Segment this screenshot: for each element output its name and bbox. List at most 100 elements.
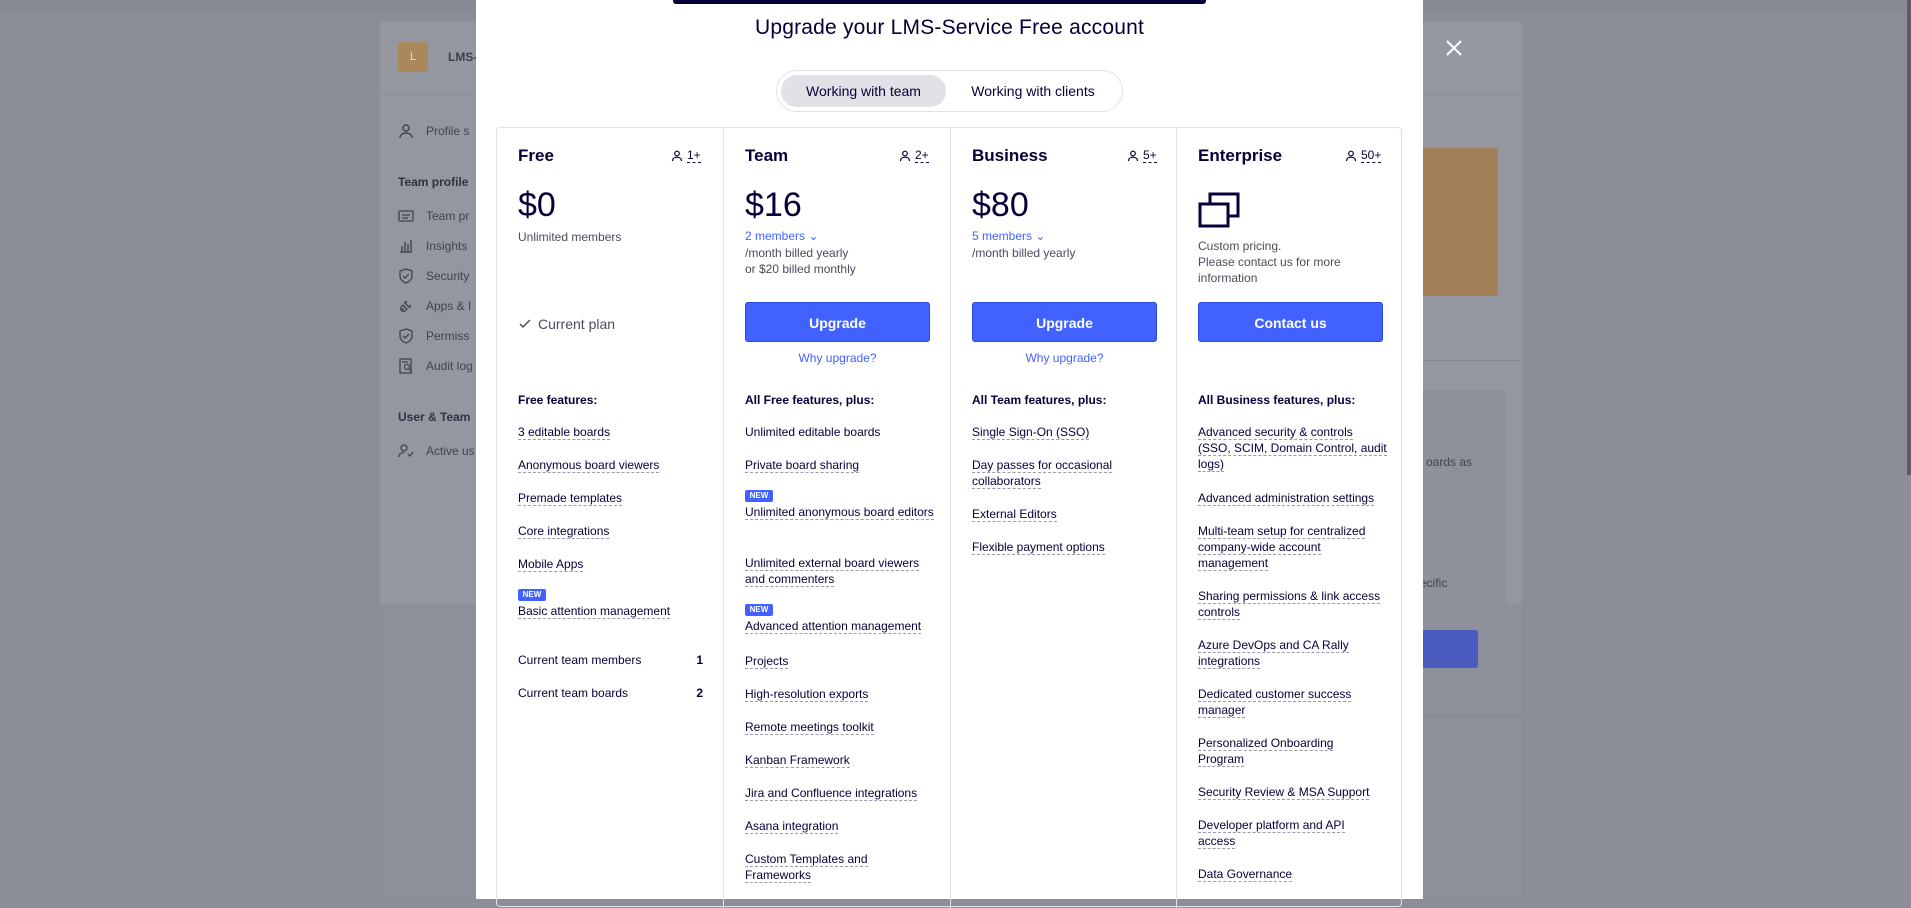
close-icon[interactable] — [1442, 36, 1466, 60]
members-dropdown[interactable]: 5 members ⌄ — [972, 229, 1045, 243]
audience-toggle: Working with team Working with clients — [776, 70, 1123, 112]
info-card-text: oards as — [1426, 455, 1473, 469]
sidebar-item-label: Permiss — [426, 329, 470, 343]
feature-item[interactable]: Jira and Confluence integrations — [745, 785, 935, 801]
feature-item[interactable]: Unlimited external board viewers and com… — [745, 555, 935, 587]
team-cover-image — [1412, 148, 1498, 296]
feature-item[interactable]: Multi-team setup for centralized company… — [1198, 523, 1378, 571]
user-icon — [671, 150, 683, 161]
plan-name: Free — [518, 146, 554, 165]
id-card-icon — [398, 210, 414, 222]
feature-item[interactable]: Security Review & MSA Support — [1198, 784, 1388, 800]
seat-count: 5+ — [1127, 148, 1157, 163]
feature-item[interactable]: Single Sign-On (SSO) — [972, 424, 1162, 440]
feature-item[interactable]: Azure DevOps and CA Rally integrations — [1198, 637, 1358, 669]
seat-label: 50+ — [1361, 148, 1382, 163]
current-plan-indicator: Current plan — [518, 316, 615, 332]
feature-item[interactable]: Advanced administration settings — [1198, 490, 1388, 506]
sidebar-item-label: Insights — [426, 239, 468, 253]
sidebar-item-active-users[interactable]: Active us — [398, 443, 475, 459]
feature-item[interactable]: Personalized Onboarding Program — [1198, 735, 1358, 767]
seat-label: 1+ — [687, 148, 701, 163]
feature-item[interactable]: Core integrations — [518, 523, 708, 539]
user-check-icon — [398, 444, 414, 458]
feature-item[interactable]: Data Governance — [1198, 866, 1388, 882]
feature-item[interactable]: Projects — [745, 653, 935, 669]
feature-item[interactable]: Dedicated customer success manager — [1198, 686, 1368, 718]
current-plan-label: Current plan — [538, 316, 616, 332]
feature-item[interactable]: Custom Templates and Frameworks — [745, 851, 935, 883]
feature-item[interactable]: Premade templates — [518, 490, 708, 506]
feature-item[interactable]: Developer platform and API access — [1198, 817, 1368, 849]
sidebar-item-permissions[interactable]: Permiss — [398, 328, 469, 344]
feature-item: Unlimited editable boards — [745, 425, 881, 439]
seat-label: 2+ — [915, 148, 929, 163]
sidebar-item-profile[interactable]: Profile s — [398, 123, 469, 139]
why-upgrade-link[interactable]: Why upgrade? — [972, 351, 1157, 365]
seat-count: 2+ — [899, 148, 929, 163]
feature-item[interactable]: Kanban Framework — [745, 752, 935, 768]
sidebar-item-apps[interactable]: Apps & I — [398, 298, 471, 314]
feature-item[interactable]: NEW Unlimited anonymous board editors — [745, 490, 935, 520]
contact-us-button[interactable]: Contact us — [1198, 302, 1383, 342]
features-heading: Free features: — [518, 393, 598, 407]
members-dropdown[interactable]: 2 members ⌄ — [745, 229, 818, 243]
stat-team-members: Current team members 1 — [518, 653, 703, 667]
stat-team-boards: Current team boards 2 — [518, 686, 703, 700]
plug-icon — [400, 300, 412, 312]
seat-label: 5+ — [1143, 148, 1157, 163]
upgrade-team-button[interactable]: Upgrade — [745, 302, 930, 342]
upgrade-modal: Upgrade your LMS-Service Free account Wo… — [476, 0, 1423, 908]
sidebar-item-security[interactable]: Security — [398, 268, 469, 284]
sidebar-item-team-profile[interactable]: Team pr — [398, 208, 469, 224]
user-icon — [1345, 150, 1357, 161]
shield-check-icon — [399, 328, 413, 344]
feature-item[interactable]: NEW Basic attention management — [518, 589, 708, 619]
feature-item[interactable]: Asana integration — [745, 818, 935, 834]
chevron-down-icon: ⌄ — [808, 229, 819, 243]
sidebar-item-label: Security — [426, 269, 470, 283]
plan-subtitle: Unlimited members — [518, 230, 622, 244]
toggle-working-with-team[interactable]: Working with team — [781, 75, 946, 107]
feature-item[interactable]: NEW Advanced attention management — [745, 604, 935, 634]
feature-item[interactable]: Remote meetings toolkit — [745, 719, 935, 735]
workspace-avatar[interactable]: L — [398, 42, 428, 72]
feature-item[interactable]: Advanced security & controls (SSO, SCIM,… — [1198, 424, 1388, 472]
sidebar-item-label: Active us — [426, 444, 475, 458]
sidebar-item-audit[interactable]: Audit log — [398, 358, 473, 374]
seat-count: 1+ — [671, 148, 701, 163]
sidebar-section-team: Team profile — [398, 175, 469, 189]
user-icon — [399, 124, 413, 139]
new-badge: NEW — [745, 604, 773, 616]
feature-item[interactable]: Private board sharing — [745, 457, 935, 473]
feature-item[interactable]: Sharing permissions & link access contro… — [1198, 588, 1388, 620]
toggle-working-with-clients[interactable]: Working with clients — [953, 75, 1113, 107]
feature-item[interactable]: External Editors — [972, 506, 1162, 522]
feature-item[interactable]: Mobile Apps — [518, 556, 708, 572]
sidebar-item-label: Team pr — [426, 209, 470, 223]
feature-item[interactable]: Day passes for occasional collaborators — [972, 457, 1122, 489]
why-upgrade-link[interactable]: Why upgrade? — [745, 351, 930, 365]
enterprise-description: Custom pricing. Please contact us for mor… — [1198, 239, 1341, 285]
feature-item[interactable]: Anonymous board viewers — [518, 457, 708, 473]
chevron-down-icon: ⌄ — [1035, 229, 1046, 243]
sidebar-item-label: Audit log — [426, 359, 473, 373]
plan-enterprise: Enterprise 50+ Custom pricing. Please con… — [1176, 128, 1404, 908]
scrollbar[interactable] — [1907, 0, 1911, 475]
plan-price: $80 — [972, 186, 1029, 224]
plan-price: $16 — [745, 186, 802, 224]
upgrade-business-button[interactable]: Upgrade — [972, 302, 1157, 342]
shield-icon — [399, 268, 413, 284]
plan-team: Team 2+ $16 2 members ⌄ /month billed ye… — [723, 128, 951, 908]
feature-item[interactable]: High-resolution exports — [745, 686, 935, 702]
sidebar-section-user: User & Team — [398, 410, 471, 424]
enterprise-boards-icon — [1198, 192, 1240, 228]
sidebar-item-label: Profile s — [426, 124, 470, 138]
feature-item[interactable]: 3 editable boards — [518, 424, 708, 440]
checkmark-icon — [519, 319, 531, 329]
user-icon — [1127, 150, 1139, 161]
feature-item[interactable]: Flexible payment options — [972, 539, 1162, 555]
billing-info: /month billed yearly or $20 billed monthl… — [745, 246, 856, 276]
sidebar-item-insights[interactable]: Insights — [398, 238, 467, 254]
user-icon — [899, 150, 911, 161]
